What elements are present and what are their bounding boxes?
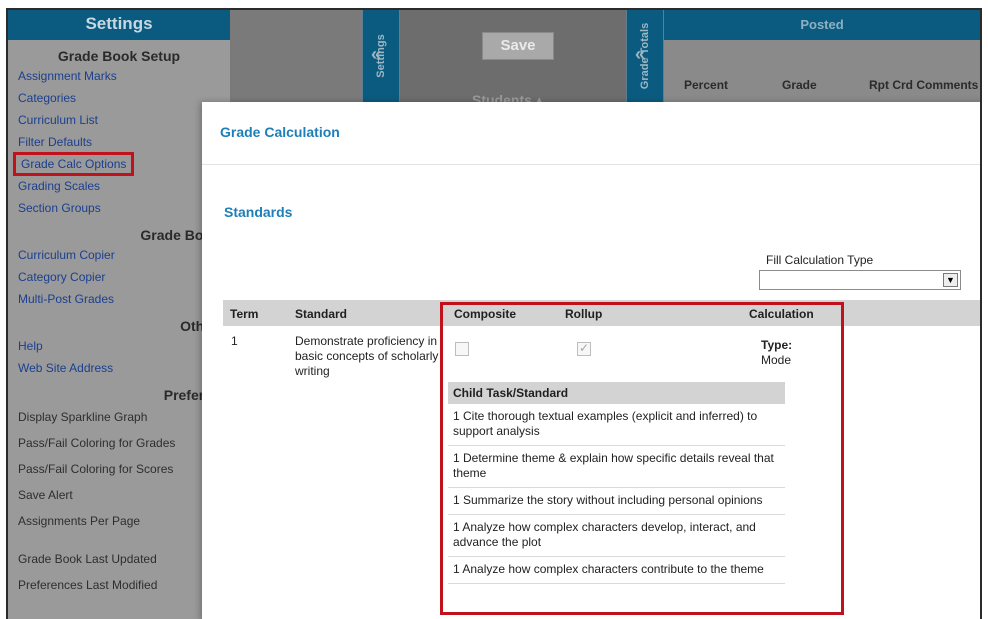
sidebar-link-help[interactable]: Help (8, 335, 230, 357)
sidebar-link-filter-defaults[interactable]: Filter Defaults (8, 131, 230, 153)
section-title-preferences: Prefere (163, 387, 212, 403)
settings-sidebar: Settings Grade Book Setup Assignment Mar… (8, 10, 230, 619)
section-title-standards: Standards (224, 204, 293, 220)
header-term: Term (230, 307, 259, 321)
grade-calculation-modal: Grade Calculation Standards Fill Calcula… (202, 102, 980, 619)
sidebar-link-web-site-address[interactable]: Web Site Address (8, 357, 230, 379)
sidebar-link-curriculum-copier[interactable]: Curriculum Copier (8, 244, 230, 266)
sidebar-link-grade-calc-options[interactable]: Grade Calc Options (13, 152, 135, 176)
header-standard: Standard (295, 307, 348, 321)
sidebar-link-curriculum-list[interactable]: Curriculum List (8, 109, 230, 131)
sidebar-link-assignment-marks[interactable]: Assignment Marks (8, 65, 230, 87)
dropdown-arrow-icon: ▼ (943, 273, 958, 287)
pref-save-alert: Save Alert (18, 488, 73, 502)
fill-calculation-type-label: Fill Calculation Type (766, 253, 874, 267)
section-title-grade-book-tools: Grade Boo (140, 227, 212, 243)
grade-totals-tab-label: Grade Totals (639, 22, 651, 90)
sidebar-link-categories[interactable]: Categories (8, 87, 230, 109)
column-header-rpt-crd-comments[interactable]: Rpt Crd Comments (869, 78, 978, 92)
sidebar-link-multi-post-grades[interactable]: Multi-Post Grades (8, 288, 230, 310)
settings-collapse-tab[interactable]: « Settings (362, 10, 400, 110)
pref-pass-fail-grades: Pass/Fail Coloring for Grades (18, 436, 176, 450)
grade-book-last-updated: Grade Book Last Updated (18, 552, 157, 566)
highlight-box (440, 302, 844, 615)
posted-header: Posted (664, 10, 980, 40)
modal-title: Grade Calculation (220, 124, 340, 140)
pref-pass-fail-scores: Pass/Fail Coloring for Scores (18, 462, 174, 476)
sidebar-header: Settings (8, 10, 230, 40)
sidebar-link-grading-scales[interactable]: Grading Scales (8, 175, 230, 197)
sidebar-link-section-groups[interactable]: Section Groups (8, 197, 230, 219)
column-header-percent[interactable]: Percent (684, 78, 728, 92)
pref-display-sparkline-graph: Display Sparkline Graph (18, 410, 148, 424)
toolbar-area: Save Students ▴ (400, 10, 640, 110)
row-term: 1 (231, 334, 238, 348)
fill-calculation-type-select[interactable]: ▼ (759, 270, 961, 290)
section-title-grade-book-setup: Grade Book Setup (57, 48, 181, 64)
sidebar-link-category-copier[interactable]: Category Copier (8, 266, 230, 288)
settings-tab-label: Settings (375, 34, 387, 78)
preferences-last-modified: Preferences Last Modified (18, 578, 158, 592)
pref-assignments-per-page: Assignments Per Page (18, 514, 141, 528)
title-divider (202, 164, 980, 165)
row-standard: Demonstrate proficiency in basic concept… (295, 334, 439, 378)
app-frame: Settings Grade Book Setup Assignment Mar… (6, 8, 982, 619)
posted-column-headers: Percent Grade Rpt Crd Comments (664, 40, 980, 110)
save-button[interactable]: Save (482, 32, 554, 60)
grade-totals-collapse-tab[interactable]: « Grade Totals (626, 10, 664, 110)
column-header-grade[interactable]: Grade (782, 78, 817, 92)
section-title-other: Othe (180, 318, 212, 334)
